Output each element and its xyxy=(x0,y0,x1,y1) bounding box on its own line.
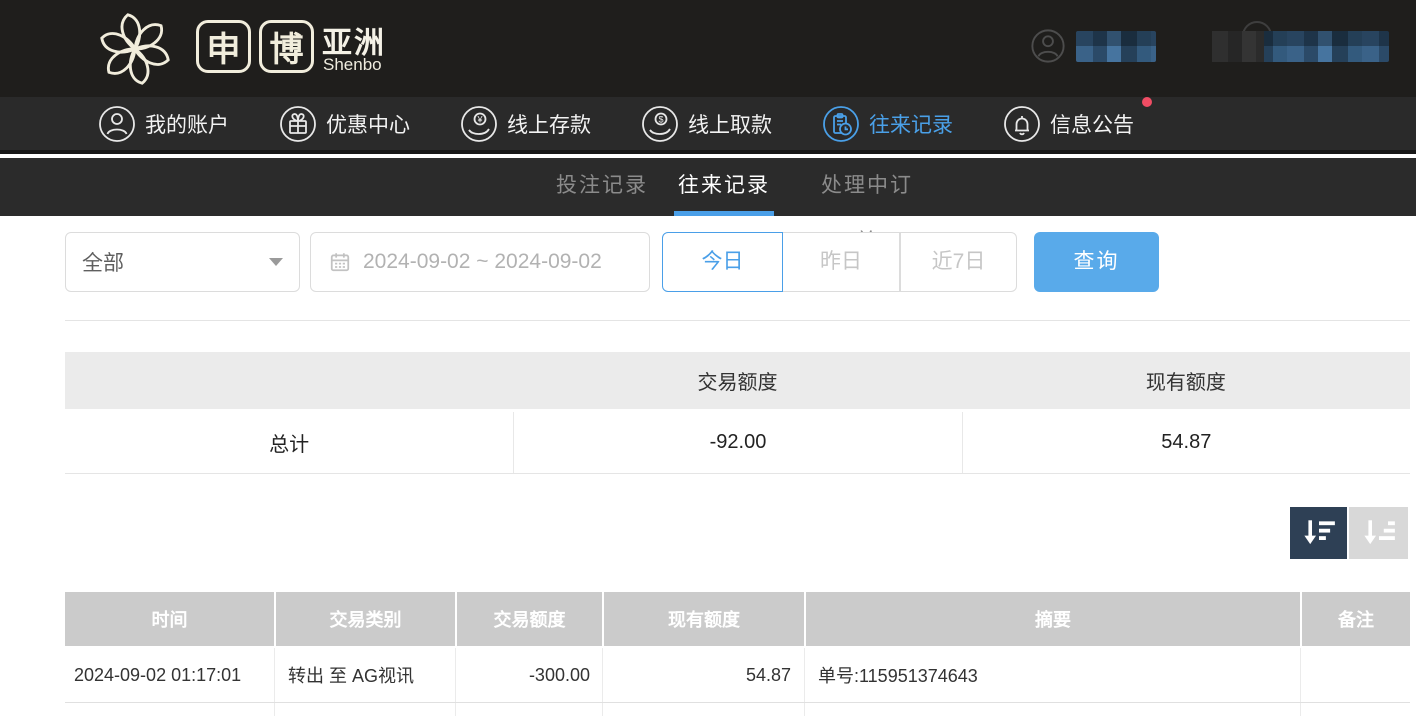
table-row: 2024-09-02 01:17:01 转出 至 AG视讯 -300.00 54… xyxy=(65,648,1410,703)
col-type: 交易类别 xyxy=(274,592,455,646)
quick-filter-today[interactable]: 今日 xyxy=(662,232,783,292)
summary-header-empty xyxy=(65,352,513,409)
sort-ascending-button[interactable] xyxy=(1349,507,1408,559)
record-tabs: 投注记录 往来记录 处理中订单 xyxy=(0,158,1416,216)
date-range-value: 2024-09-02 ~ 2024-09-02 xyxy=(363,250,602,274)
cell-amount: -300.00 xyxy=(455,648,602,702)
tab-pending-orders[interactable]: 处理中订单 xyxy=(810,158,924,216)
deposit-icon: ¥ xyxy=(460,105,498,143)
nav-label: 我的账户 xyxy=(145,109,229,139)
nav-item-transactions[interactable]: 往来记录 xyxy=(822,105,953,143)
records-header-row: 时间 交易类别 交易额度 现有额度 摘要 备注 xyxy=(65,592,1410,648)
col-balance: 现有额度 xyxy=(602,592,804,646)
main-nav: 我的账户 优惠中心 ¥ 线上存款 $ 线上取款 xyxy=(0,97,1416,154)
brand-char-bo: 博 xyxy=(259,20,314,73)
nav-item-deposit[interactable]: ¥ 线上存款 xyxy=(460,105,591,143)
nav-item-my-account[interactable]: 我的账户 xyxy=(98,105,229,143)
tab-transaction-records[interactable]: 往来记录 xyxy=(674,158,774,216)
col-summary: 摘要 xyxy=(804,592,1300,646)
blurred-balance-mosaic xyxy=(1212,31,1389,62)
brand-char-shen: 申 xyxy=(196,20,251,73)
summary-header-balance: 现有额度 xyxy=(962,352,1410,409)
nav-label: 线上存款 xyxy=(507,109,591,139)
summary-header-row: 交易额度 现有额度 xyxy=(65,352,1410,409)
brand-flower-icon xyxy=(88,4,182,94)
col-amount: 交易额度 xyxy=(455,592,602,646)
nav-item-announcements[interactable]: 信息公告 xyxy=(1003,105,1134,143)
account-icon xyxy=(98,105,136,143)
nav-item-promotions[interactable]: 优惠中心 xyxy=(279,105,410,143)
quick-filter-last7days[interactable]: 近7日 xyxy=(900,232,1017,292)
table-row-clipped xyxy=(65,703,1410,716)
records-icon xyxy=(822,105,860,143)
summary-table: 交易额度 现有额度 总计 -92.00 54.87 xyxy=(65,352,1410,474)
user-avatar-icon[interactable] xyxy=(1030,28,1066,64)
query-button[interactable]: 查询 xyxy=(1034,232,1159,292)
chevron-down-icon xyxy=(269,258,283,266)
summary-total-amount: -92.00 xyxy=(513,412,961,473)
svg-text:¥: ¥ xyxy=(476,114,483,124)
blurred-username[interactable] xyxy=(1076,31,1156,62)
type-select[interactable]: 全部 xyxy=(65,232,300,292)
cell-type: 转出 至 AG视讯 xyxy=(274,648,455,702)
withdraw-icon: $ xyxy=(641,105,679,143)
svg-text:$: $ xyxy=(658,114,663,124)
nav-label: 优惠中心 xyxy=(326,109,410,139)
bell-icon xyxy=(1003,105,1041,143)
quick-filter-yesterday[interactable]: 昨日 xyxy=(783,232,900,292)
date-range-input[interactable]: 2024-09-02 ~ 2024-09-02 xyxy=(310,232,650,292)
summary-total-label: 总计 xyxy=(65,412,513,473)
calendar-icon xyxy=(329,251,351,273)
col-note: 备注 xyxy=(1300,592,1410,646)
topbar: 申 博 亚洲 Shenbo xyxy=(0,0,1416,97)
cell-note xyxy=(1300,648,1410,702)
summary-total-row: 总计 -92.00 54.87 xyxy=(65,412,1410,474)
cell-time: 2024-09-02 01:17:01 xyxy=(65,648,274,702)
cell-summary: 单号:115951374643 xyxy=(804,648,1300,702)
notification-dot xyxy=(1142,97,1152,107)
divider xyxy=(65,320,1410,321)
summary-total-balance: 54.87 xyxy=(962,412,1410,473)
nav-label: 往来记录 xyxy=(869,109,953,139)
brand-name-en: Shenbo xyxy=(323,55,382,75)
records-table: 时间 交易类别 交易额度 现有额度 摘要 备注 2024-09-02 01:17… xyxy=(65,592,1410,716)
sort-descending-button[interactable] xyxy=(1290,507,1347,559)
nav-label: 线上取款 xyxy=(688,109,772,139)
sort-descending-icon xyxy=(1301,517,1337,549)
gift-icon xyxy=(279,105,317,143)
type-select-value: 全部 xyxy=(82,247,124,277)
nav-item-withdraw[interactable]: $ 线上取款 xyxy=(641,105,772,143)
tab-bet-records[interactable]: 投注记录 xyxy=(546,158,658,216)
col-time: 时间 xyxy=(65,592,274,646)
cell-balance: 54.87 xyxy=(602,648,804,702)
nav-label: 信息公告 xyxy=(1050,109,1134,139)
summary-header-amount: 交易额度 xyxy=(513,352,961,409)
blurred-balance[interactable] xyxy=(1212,31,1389,62)
sort-ascending-icon xyxy=(1361,517,1397,549)
